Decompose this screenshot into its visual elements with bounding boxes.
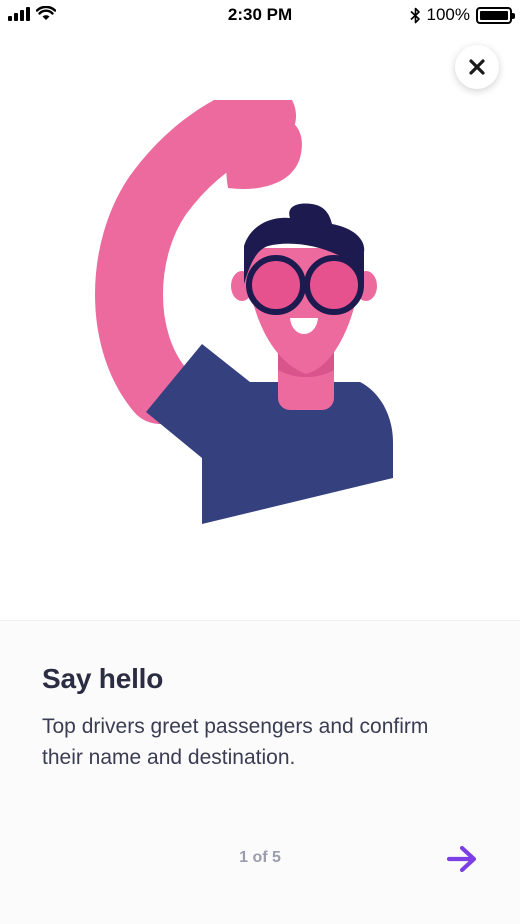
left-lens (246, 255, 306, 315)
battery-percentage: 100% (426, 5, 470, 24)
onboarding-description: Top drivers greet passengers and confirm… (42, 715, 429, 769)
head (231, 203, 377, 410)
right-lens (304, 255, 364, 315)
battery-icon (476, 6, 515, 24)
status-right: 100% (409, 5, 515, 25)
page-indicator: 1 of 5 (239, 849, 281, 866)
bluetooth-icon (409, 7, 420, 23)
onboarding-card: Say hello Top drivers greet passengers a… (0, 620, 520, 924)
waving-person-illustration (95, 100, 393, 524)
status-bar: 2:30 PM 100% (0, 0, 520, 30)
close-button[interactable] (455, 45, 499, 89)
arrow-right-icon (446, 845, 477, 873)
close-icon (469, 59, 485, 75)
next-button[interactable] (444, 841, 480, 877)
shirt (146, 344, 393, 524)
onboarding-title: Say hello (42, 663, 164, 694)
